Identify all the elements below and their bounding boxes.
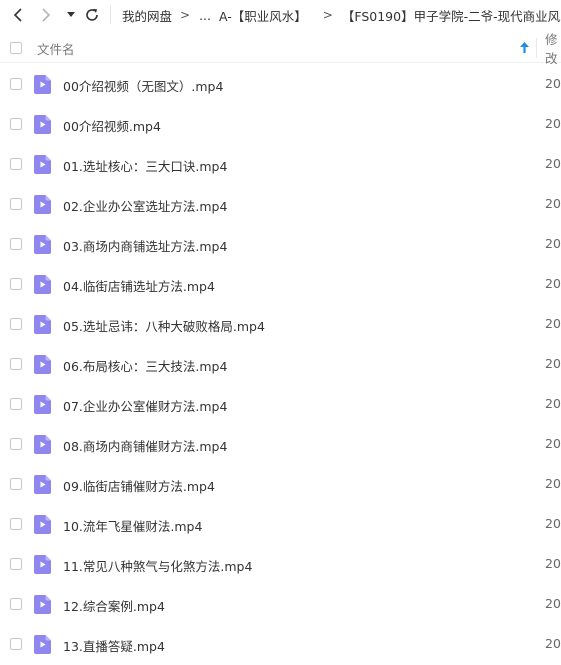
refresh-icon (86, 9, 98, 21)
file-name[interactable]: 13.直播答疑.mp4 (63, 636, 165, 655)
file-row[interactable]: 10.流年飞星催财法.mp4 202 (0, 504, 561, 544)
file-name[interactable]: 03.商场内商铺选址方法.mp4 (63, 236, 227, 255)
file-modified-date: 202 (545, 116, 561, 131)
file-modified-date: 202 (545, 196, 561, 211)
video-file-icon (34, 195, 51, 214)
column-header-modified[interactable]: 修改 (545, 29, 561, 67)
video-file-icon (34, 515, 51, 534)
column-divider[interactable] (536, 38, 537, 58)
row-checkbox[interactable] (10, 398, 22, 410)
breadcrumb-item-ellipsis[interactable]: ... (199, 8, 211, 23)
file-name[interactable]: 00介绍视频.mp4 (63, 116, 161, 135)
breadcrumb-item-category[interactable]: A-【职业风水】 (219, 6, 307, 25)
forward-button[interactable] (36, 4, 56, 26)
video-file-icon (34, 115, 51, 134)
file-modified-date: 202 (545, 636, 561, 651)
video-file-icon (34, 475, 51, 494)
file-modified-date: 202 (545, 76, 561, 91)
file-row[interactable]: 03.商场内商铺选址方法.mp4 202 (0, 224, 561, 264)
file-name[interactable]: 10.流年飞星催财法.mp4 (63, 516, 202, 535)
nav-divider (110, 6, 111, 24)
video-file-icon (34, 555, 51, 574)
back-button[interactable] (8, 4, 28, 26)
file-row[interactable]: 04.临街店铺选址方法.mp4 202 (0, 264, 561, 304)
video-file-icon (34, 595, 51, 614)
row-checkbox[interactable] (10, 358, 22, 370)
row-checkbox[interactable] (10, 318, 22, 330)
breadcrumb-separator: > (180, 8, 191, 22)
breadcrumb-item-folder[interactable]: 【FS0190】甲子学院-二爷-现代商业风水 (342, 6, 561, 25)
video-file-icon (34, 155, 51, 174)
row-checkbox[interactable] (10, 438, 22, 450)
file-name[interactable]: 05.选址忌讳：八种大破败格局.mp4 (63, 316, 265, 335)
file-row[interactable]: 08.商场内商铺催财方法.mp4 202 (0, 424, 561, 464)
row-checkbox[interactable] (10, 118, 22, 130)
file-modified-date: 202 (545, 276, 561, 291)
chevron-right-icon (42, 8, 51, 22)
caret-down-icon (67, 12, 75, 17)
row-checkbox[interactable] (10, 518, 22, 530)
row-checkbox[interactable] (10, 478, 22, 490)
file-name[interactable]: 06.布局核心：三大技法.mp4 (63, 356, 227, 375)
video-file-icon (34, 275, 51, 294)
file-name[interactable]: 08.商场内商铺催财方法.mp4 (63, 436, 227, 455)
breadcrumb-item-root[interactable]: 我的网盘 (122, 6, 172, 25)
file-row[interactable]: 06.布局核心：三大技法.mp4 202 (0, 344, 561, 384)
sort-ascending-icon[interactable] (520, 42, 529, 53)
breadcrumb-separator: > (322, 8, 333, 22)
file-row[interactable]: 01.选址核心：三大口诀.mp4 202 (0, 144, 561, 184)
row-checkbox[interactable] (10, 638, 22, 650)
row-checkbox[interactable] (10, 598, 22, 610)
breadcrumb: 我的网盘 > ... A-【职业风水】 > 【FS0190】甲子学院-二爷-现代… (122, 0, 561, 30)
file-row[interactable]: 09.临街店铺催财方法.mp4 202 (0, 464, 561, 504)
refresh-button[interactable] (82, 4, 102, 26)
file-name[interactable]: 01.选址核心：三大口诀.mp4 (63, 156, 227, 175)
column-header-name[interactable]: 文件名 (37, 39, 75, 58)
file-modified-date: 202 (545, 436, 561, 451)
video-file-icon (34, 315, 51, 334)
video-file-icon (34, 235, 51, 254)
file-modified-date: 202 (545, 516, 561, 531)
file-list-header: 文件名 修改 (0, 32, 561, 66)
file-row[interactable]: 02.企业办公室选址方法.mp4 202 (0, 184, 561, 224)
video-file-icon (34, 355, 51, 374)
file-row[interactable]: 11.常见八种煞气与化煞方法.mp4 202 (0, 544, 561, 584)
file-modified-date: 202 (545, 396, 561, 411)
file-modified-date: 202 (545, 316, 561, 331)
file-row[interactable]: 07.企业办公室催财方法.mp4 202 (0, 384, 561, 424)
file-name[interactable]: 11.常见八种煞气与化煞方法.mp4 (63, 556, 252, 575)
file-modified-date: 202 (545, 476, 561, 491)
file-modified-date: 202 (545, 356, 561, 371)
row-checkbox[interactable] (10, 198, 22, 210)
video-file-icon (34, 635, 51, 654)
row-checkbox[interactable] (10, 158, 22, 170)
file-row[interactable]: 12.综合案例.mp4 202 (0, 584, 561, 624)
history-dropdown-button[interactable] (64, 4, 78, 26)
file-name[interactable]: 12.综合案例.mp4 (63, 596, 165, 615)
file-row[interactable]: 13.直播答疑.mp4 202 (0, 624, 561, 664)
file-name[interactable]: 07.企业办公室催财方法.mp4 (63, 396, 227, 415)
row-checkbox[interactable] (10, 238, 22, 250)
file-row[interactable]: 00介绍视频.mp4 202 (0, 104, 561, 144)
navigation-bar: 我的网盘 > ... A-【职业风水】 > 【FS0190】甲子学院-二爷-现代… (0, 0, 561, 30)
row-checkbox[interactable] (10, 558, 22, 570)
file-modified-date: 202 (545, 236, 561, 251)
video-file-icon (34, 75, 51, 94)
file-name[interactable]: 00介绍视频（无图文）.mp4 (63, 76, 223, 95)
file-row[interactable]: 05.选址忌讳：八种大破败格局.mp4 202 (0, 304, 561, 344)
chevron-left-icon (13, 8, 22, 22)
file-modified-date: 202 (545, 156, 561, 171)
select-all-checkbox[interactable] (10, 42, 22, 54)
file-name[interactable]: 04.临街店铺选址方法.mp4 (63, 276, 215, 295)
file-list: 00介绍视频（无图文）.mp4 202 00介绍视频.mp4 202 01.选址… (0, 64, 561, 664)
file-modified-date: 202 (545, 596, 561, 611)
row-checkbox[interactable] (10, 78, 22, 90)
video-file-icon (34, 395, 51, 414)
file-modified-date: 202 (545, 556, 561, 571)
file-name[interactable]: 02.企业办公室选址方法.mp4 (63, 196, 227, 215)
file-name[interactable]: 09.临街店铺催财方法.mp4 (63, 476, 215, 495)
file-row[interactable]: 00介绍视频（无图文）.mp4 202 (0, 64, 561, 104)
row-checkbox[interactable] (10, 278, 22, 290)
video-file-icon (34, 435, 51, 454)
